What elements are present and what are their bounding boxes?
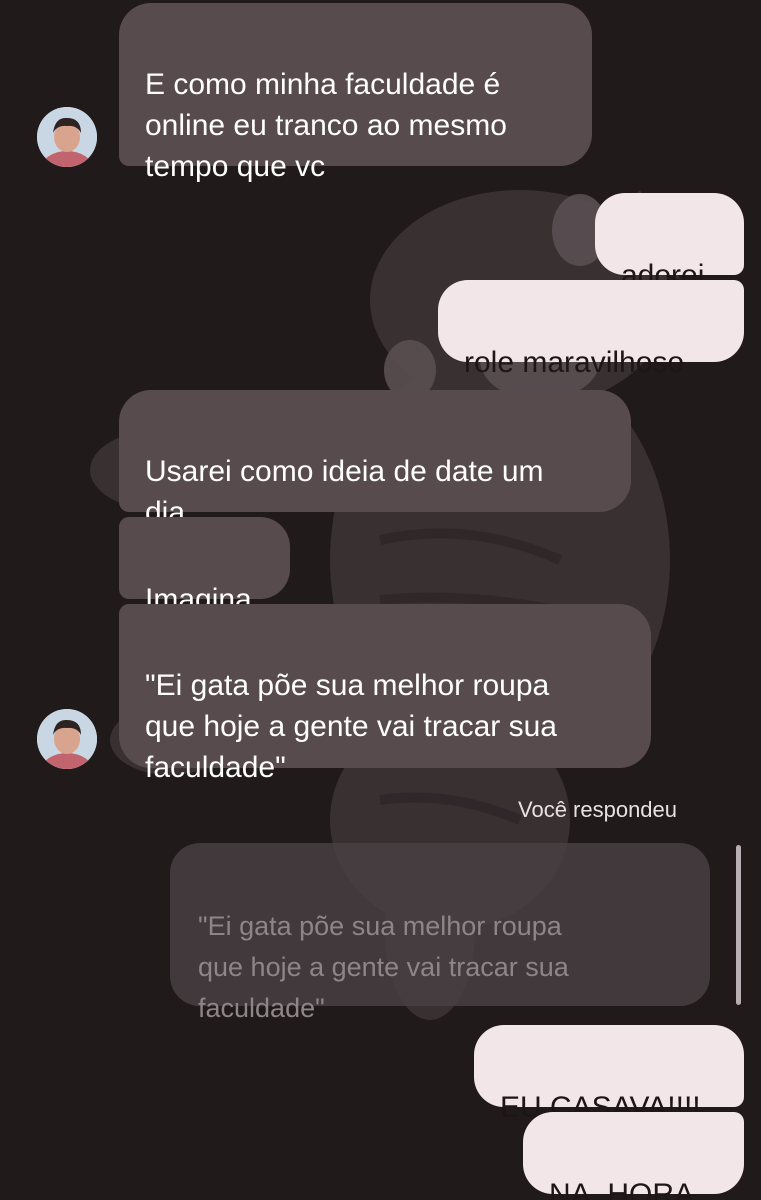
message-text: E como minha faculdade é online eu tranc… <box>145 68 507 183</box>
quoted-message[interactable]: "Ei gata põe sua melhor roupa que hoje a… <box>170 843 710 1023</box>
contact-avatar[interactable] <box>37 709 97 769</box>
chat-screen: E como minha faculdade é online eu tranc… <box>0 0 761 1200</box>
message-text: role maravilhoso <box>464 346 685 379</box>
message-bubble-received[interactable]: "Ei gata põe sua melhor roupa que hoje a… <box>119 604 651 784</box>
cat-wallpaper-image <box>90 190 680 1020</box>
message-text: "Ei gata põe sua melhor roupa que hoje a… <box>145 669 557 784</box>
message-bubble-received[interactable]: E como minha faculdade é online eu tranc… <box>119 3 592 183</box>
message-bubble-received[interactable]: Imagina <box>119 517 290 616</box>
contact-avatar[interactable] <box>37 107 97 167</box>
avatar-photo-icon <box>37 107 97 167</box>
message-bubble-sent[interactable]: EU CASAVA!!!! <box>474 1025 744 1124</box>
message-text: NA. HORA. <box>549 1178 703 1200</box>
avatar-photo-icon <box>37 709 97 769</box>
quoted-text: "Ei gata põe sua melhor roupa que hoje a… <box>198 911 569 1023</box>
reply-label: Você respondeu <box>518 797 678 822</box>
message-bubble-sent[interactable]: adorei <box>595 193 744 292</box>
message-bubble-sent[interactable]: NA. HORA. <box>523 1112 744 1200</box>
scrollbar[interactable] <box>736 845 741 1005</box>
message-bubble-received[interactable]: Usarei como ideia de date um dia <box>119 390 631 529</box>
message-bubble-sent[interactable]: role maravilhoso <box>438 280 744 379</box>
